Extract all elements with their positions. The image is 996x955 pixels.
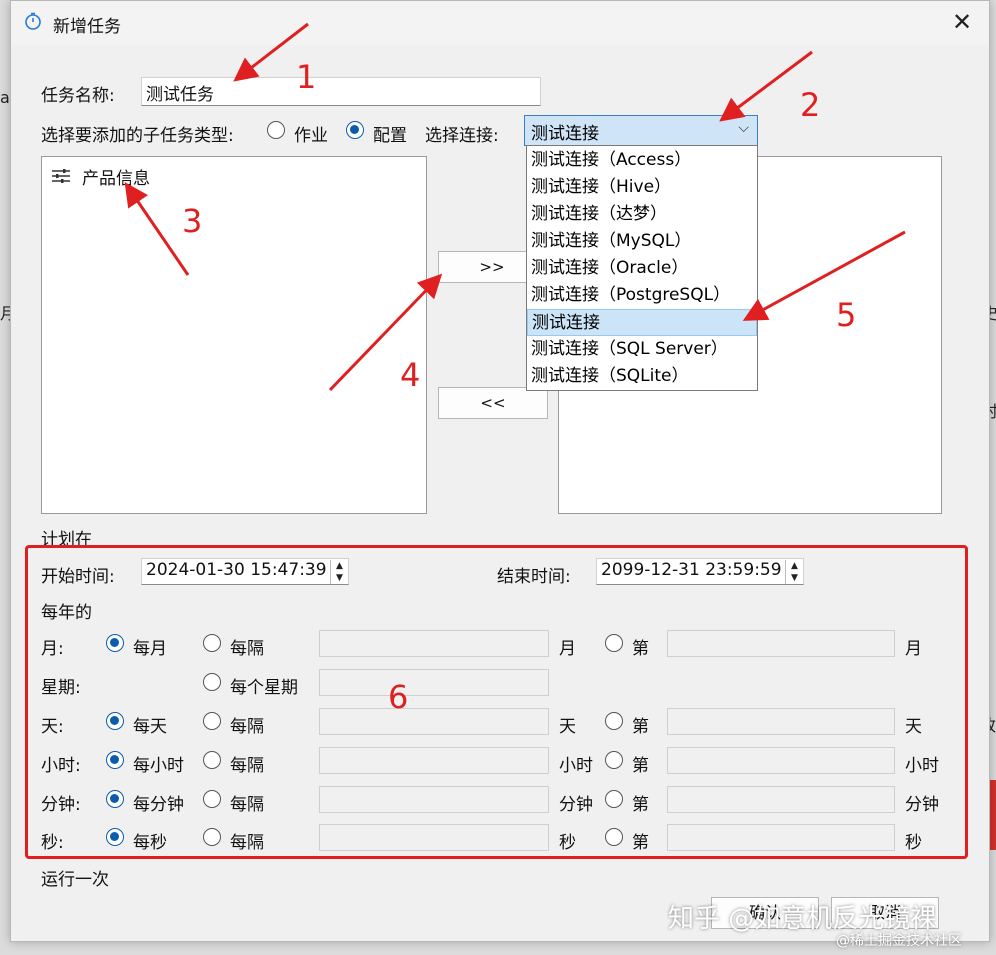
annotation-arrow-5 <box>742 230 906 321</box>
annotation-label-1: 1 <box>296 58 317 96</box>
annotation-label-6: 6 <box>388 678 409 716</box>
annotation-arrows <box>124 22 906 392</box>
annotation-arrow-3 <box>124 182 190 276</box>
annotation-label-5: 5 <box>836 296 857 334</box>
annotation-label-2: 2 <box>800 86 821 124</box>
annotation-arrow-4 <box>328 273 443 392</box>
annotation-arrow-2 <box>719 50 813 122</box>
annotation-label-4: 4 <box>400 356 421 394</box>
annotation-label-3: 3 <box>182 202 203 240</box>
watermark-subtext: @稀土掘金技术社区 <box>836 933 962 949</box>
